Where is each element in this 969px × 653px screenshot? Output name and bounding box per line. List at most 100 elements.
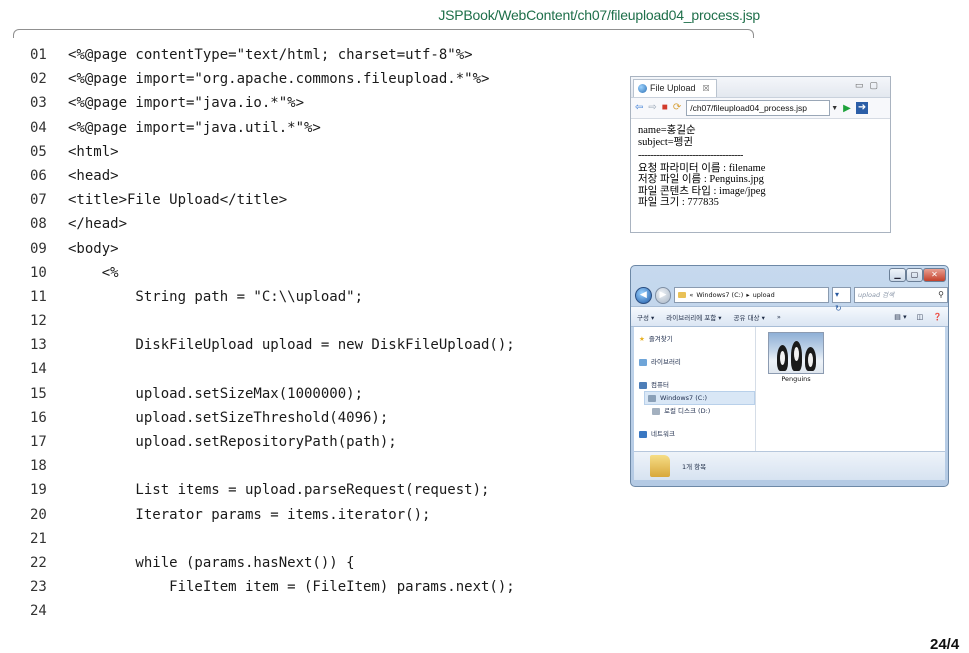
line-number: 20 (30, 506, 47, 523)
line-number: 04 (30, 119, 47, 136)
nav-item-drive-c[interactable]: Windows7 (C:) (644, 391, 755, 405)
browser-tab-label: File Upload (650, 83, 696, 93)
address-crumb-folder[interactable]: upload (753, 288, 775, 302)
forward-icon[interactable]: ▶ (654, 286, 672, 304)
organize-button[interactable]: 구성 ▾ (637, 312, 654, 322)
line-number: 14 (30, 361, 47, 378)
computer-icon (639, 381, 647, 389)
nav-item-network[interactable]: 네트워크 (634, 428, 755, 440)
file-name-label[interactable]: Penguins (768, 375, 824, 383)
address-separator: ▸ (746, 291, 750, 299)
code-line: 06 <head> (30, 164, 515, 188)
explorer-command-bar: 구성 ▾ 라이브러리에 포함 ▾ 공유 대상 ▾ » ▤ ▾ ◫ ❓ (631, 306, 948, 327)
nav-label: 즐겨찾기 (648, 335, 673, 343)
line-number: 06 (30, 167, 47, 184)
explorer-status-bar: 1개 항목 (634, 451, 945, 480)
back-arrow-icon[interactable]: ⇦ (635, 103, 643, 113)
code-line: 19 List items = upload.parseRequest(requ… (30, 478, 515, 502)
forward-arrow-icon[interactable]: ⇨ (648, 103, 656, 113)
browser-content: name=홍길순 subject=펭귄 --------------------… (631, 119, 890, 215)
help-icon[interactable]: ❓ (933, 313, 942, 321)
code-text: <%@page import="org.apache.commons.fileu… (68, 71, 490, 88)
tab-close-icon[interactable]: ☒ (703, 80, 710, 97)
code-text: <%@page contentType="text/html; charset=… (68, 47, 473, 63)
item-count: 1개 항목 (682, 463, 707, 471)
maximize-icon[interactable]: ▢ (869, 80, 884, 90)
code-line: 09 <body> (30, 237, 515, 261)
address-overflow[interactable]: « (689, 288, 693, 302)
search-input[interactable]: upload 검색 ⚲ (853, 287, 949, 303)
code-line: 05 <html> (30, 140, 515, 164)
refresh-icon[interactable]: ▾ ↻ (832, 287, 851, 313)
code-text: DiskFileUpload upload = new DiskFileUplo… (68, 337, 515, 354)
more-button[interactable]: » (777, 313, 781, 321)
output-separator: ----------------------------------- (638, 150, 743, 161)
url-dropdown-icon[interactable]: ▼ (831, 105, 838, 112)
output-file-size: 파일 크기 : 777835 (638, 197, 719, 208)
line-number: 13 (30, 337, 47, 354)
nav-label: Windows7 (C:) (660, 394, 708, 402)
nav-label: 라이브러리 (651, 358, 681, 366)
code-text: Iterator params = items.iterator(); (68, 506, 431, 523)
star-icon: ★ (639, 335, 645, 343)
close-button[interactable]: ✕ (923, 268, 946, 282)
explorer-caption-bar: ▁ ▢ ✕ (631, 266, 948, 284)
refresh-icon[interactable]: ⟳ (673, 103, 681, 113)
nav-item-drive-d[interactable]: 로컬 디스크 (D:) (634, 405, 755, 417)
line-number: 22 (30, 554, 47, 571)
nav-item-libraries[interactable]: 라이브러리 (634, 356, 755, 368)
browser-tab[interactable]: File Upload ☒ (633, 79, 717, 97)
line-number: 17 (30, 434, 47, 450)
back-icon[interactable]: ◀ (635, 286, 652, 304)
code-text: while (params.hasNext()) { (68, 554, 355, 571)
nav-item-computer[interactable]: 컴퓨터 (634, 379, 755, 391)
output-subject: subject=펭귄 (638, 136, 693, 148)
preview-pane-icon[interactable]: ◫ (917, 313, 924, 321)
line-number: 23 (30, 579, 47, 596)
line-number: 07 (30, 192, 47, 209)
folder-icon (678, 292, 687, 298)
code-listing: 01 <%@page contentType="text/html; charse… (30, 43, 515, 624)
view-controls: ▭▢ (855, 80, 884, 91)
penguins-image-thumbnail[interactable] (768, 332, 824, 374)
include-library-button[interactable]: 라이브러리에 포함 ▾ (666, 312, 721, 322)
code-text: <head> (68, 167, 119, 184)
nav-item-favorites[interactable]: ★ 즐겨찾기 (634, 333, 755, 345)
code-line: 04 <%@page import="java.util.*"%> (30, 116, 515, 140)
page-number: 24/4 (930, 636, 960, 653)
drive-icon (648, 394, 656, 402)
library-icon (639, 358, 647, 366)
view-options-icon[interactable]: ▤ ▾ (894, 313, 906, 321)
drive-icon (652, 407, 660, 415)
explorer-window: ▁ ▢ ✕ ◀ ▶ « Windows7 (C:) ▸ upload ▾ ↻ u… (630, 265, 949, 487)
minimize-button[interactable]: ▁ (889, 268, 906, 282)
output-name: name=홍길순 (638, 125, 696, 136)
output-param-name: 요청 파라미터 이름 : filename (638, 162, 766, 174)
output-content-type: 파일 콘텐츠 타입 : image/jpeg (638, 185, 766, 197)
search-placeholder: upload 검색 (857, 291, 895, 299)
code-line: 10 <% (30, 261, 515, 285)
line-number: 10 (30, 264, 47, 281)
code-line: 17 upload.setRepositoryPath(path); (30, 430, 515, 454)
code-text: List items = upload.parseRequest(request… (68, 482, 490, 499)
code-line: 21 (30, 527, 515, 551)
title-rule (13, 29, 754, 38)
code-line: 15 upload.setSizeMax(1000000); (30, 382, 515, 406)
minimize-icon[interactable]: ▭ (855, 80, 870, 90)
stop-icon[interactable]: ■ (662, 103, 668, 113)
code-line: 07 <title>File Upload</title> (30, 188, 515, 212)
browser-url-field[interactable]: /ch07/fileupload04_process.jsp (686, 100, 831, 116)
address-crumb-drive[interactable]: Windows7 (C:) (696, 288, 743, 302)
go-button-icon[interactable]: ▶ (843, 103, 851, 114)
search-icon[interactable]: ⚲ (938, 288, 944, 302)
line-number: 08 (30, 216, 47, 233)
code-line: 02 <%@page import="org.apache.commons.fil… (30, 67, 515, 91)
maximize-button[interactable]: ▢ (906, 268, 923, 282)
browser-tab-bar: File Upload ☒ ▭▢ (631, 77, 890, 98)
address-field[interactable]: « Windows7 (C:) ▸ upload (674, 287, 829, 303)
line-number: 18 (30, 458, 47, 475)
share-button[interactable]: 공유 대상 ▾ (734, 312, 765, 322)
browser-window: File Upload ☒ ▭▢ ⇦ ⇨ ■ ⟳ /ch07/fileuploa… (630, 76, 891, 233)
run-icon[interactable]: ➜ (855, 102, 869, 114)
code-line: 13 DiskFileUpload upload = new DiskFileU… (30, 333, 515, 357)
